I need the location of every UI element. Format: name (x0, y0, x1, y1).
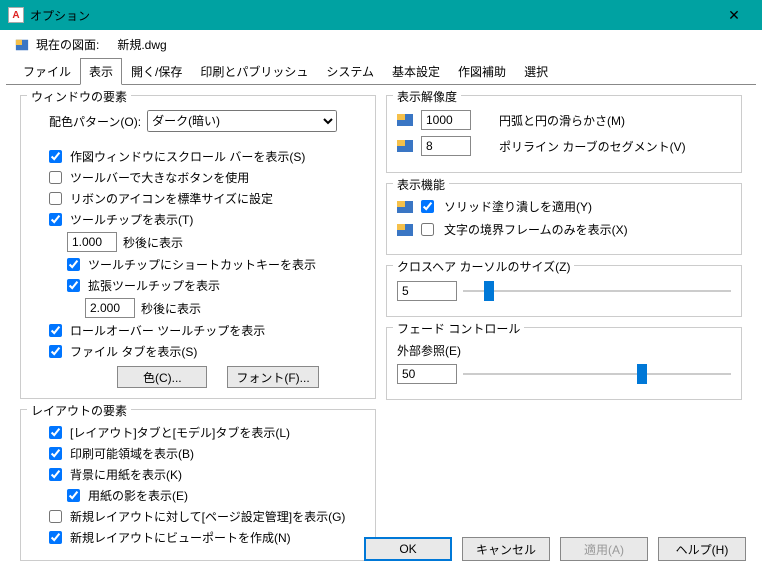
chk-layout-model[interactable] (49, 426, 62, 439)
chk-paper[interactable] (49, 468, 62, 481)
tooltip-delay-label: 秒後に表示 (123, 234, 183, 251)
help-button[interactable]: ヘルプ(H) (658, 537, 746, 561)
chk-rollover[interactable] (49, 324, 62, 337)
app-icon: A (8, 7, 24, 23)
group-title-resolution: 表示解像度 (393, 88, 461, 105)
chk-shortcut[interactable] (67, 258, 80, 271)
group-layout-elements: レイアウトの要素 [レイアウト]タブと[モデル]タブを表示(L) 印刷可能領域を… (20, 409, 376, 561)
lbl-text-frame: 文字の境界フレームのみを表示(X) (444, 221, 628, 238)
tab-system[interactable]: システム (317, 58, 383, 85)
lbl-tooltip: ツールチップを表示(T) (70, 211, 193, 228)
lbl-file-tabs: ファイル タブを表示(S) (70, 343, 197, 360)
arc-smooth-label: 円弧と円の滑らかさ(M) (499, 112, 625, 129)
color-button[interactable]: 色(C)... (117, 366, 207, 388)
dwg-icon (397, 223, 413, 237)
lbl-scrollbar: 作図ウィンドウにスクロール バーを表示(S) (70, 148, 305, 165)
lbl-paper: 背景に用紙を表示(K) (70, 466, 182, 483)
chk-ribbon-icons[interactable] (49, 192, 62, 205)
chk-scrollbar[interactable] (49, 150, 62, 163)
tab-open-save[interactable]: 開く/保存 (122, 58, 191, 85)
xref-fade-slider[interactable] (463, 363, 731, 385)
chk-file-tabs[interactable] (49, 345, 62, 358)
current-drawing-label: 現在の図面: (36, 36, 99, 53)
xref-label: 外部参照(E) (397, 342, 731, 359)
chk-viewport[interactable] (49, 531, 62, 544)
arc-smooth-input[interactable] (421, 110, 471, 130)
group-display-func: 表示機能 ソリッド塗り潰しを適用(Y) 文字の境界フレームのみを表示(X) (386, 183, 742, 255)
tab-basic[interactable]: 基本設定 (383, 58, 449, 85)
tab-bar: ファイル 表示 開く/保存 印刷とパブリッシュ システム 基本設定 作図補助 選… (0, 57, 762, 84)
chk-large-buttons[interactable] (49, 171, 62, 184)
tab-file[interactable]: ファイル (14, 58, 80, 85)
current-drawing-row: 現在の図面: 新規.dwg (0, 30, 762, 57)
chk-shadow[interactable] (67, 489, 80, 502)
tooltip-delay-input[interactable] (67, 232, 117, 252)
lbl-printable: 印刷可能領域を表示(B) (70, 445, 194, 462)
titlebar: A オプション ✕ (0, 0, 762, 30)
group-crosshair: クロスヘア カーソルのサイズ(Z) (386, 265, 742, 317)
tab-display[interactable]: 表示 (80, 58, 122, 85)
xref-fade-input[interactable] (397, 364, 457, 384)
poly-seg-label: ポリライン カーブのセグメント(V) (499, 138, 686, 155)
group-title-layout: レイアウトの要素 (27, 402, 131, 419)
color-scheme-select[interactable]: ダーク(暗い) (147, 110, 337, 132)
crosshair-size-input[interactable] (397, 281, 457, 301)
lbl-ribbon-icons: リボンのアイコンを標準サイズに設定 (70, 190, 273, 207)
ext-tooltip-delay-label: 秒後に表示 (141, 300, 201, 317)
chk-solid-fill[interactable] (421, 200, 434, 213)
chk-printable[interactable] (49, 447, 62, 460)
group-window-elements: ウィンドウの要素 配色パターン(O): ダーク(暗い) 作図ウィンドウにスクロー… (20, 95, 376, 399)
chk-tooltip[interactable] (49, 213, 62, 226)
apply-button[interactable]: 適用(A) (560, 537, 648, 561)
lbl-ext-tooltip: 拡張ツールチップを表示 (88, 277, 220, 294)
drawing-icon (14, 38, 30, 52)
group-fade: フェード コントロール 外部参照(E) (386, 327, 742, 400)
tab-selection[interactable]: 選択 (515, 58, 557, 85)
lbl-shortcut: ツールチップにショートカットキーを表示 (88, 256, 316, 273)
window-title: オプション (30, 7, 714, 24)
lbl-shadow: 用紙の影を表示(E) (88, 487, 188, 504)
ext-tooltip-delay-input[interactable] (85, 298, 135, 318)
tab-drafting[interactable]: 作図補助 (449, 58, 515, 85)
chk-text-frame[interactable] (421, 223, 434, 236)
font-button[interactable]: フォント(F)... (227, 366, 318, 388)
crosshair-slider[interactable] (463, 280, 731, 302)
dwg-icon (397, 200, 413, 214)
dwg-icon (397, 139, 413, 153)
close-icon[interactable]: ✕ (714, 7, 754, 24)
lbl-page-setup: 新規レイアウトに対して[ページ設定管理]を表示(G) (70, 508, 345, 525)
ok-button[interactable]: OK (364, 537, 452, 561)
chk-page-setup[interactable] (49, 510, 62, 523)
color-scheme-label: 配色パターン(O): (49, 113, 141, 130)
poly-seg-input[interactable] (421, 136, 471, 156)
chk-ext-tooltip[interactable] (67, 279, 80, 292)
group-title-display-func: 表示機能 (393, 176, 449, 193)
current-drawing-name: 新規.dwg (117, 36, 166, 53)
group-resolution: 表示解像度 円弧と円の滑らかさ(M) ポリライン カーブのセグメント(V) (386, 95, 742, 173)
lbl-rollover: ロールオーバー ツールチップを表示 (70, 322, 265, 339)
tab-print[interactable]: 印刷とパブリッシュ (191, 58, 317, 85)
group-title-fade: フェード コントロール (393, 320, 524, 337)
cancel-button[interactable]: キャンセル (462, 537, 550, 561)
dialog-button-bar: OK キャンセル 適用(A) ヘルプ(H) (364, 537, 746, 561)
lbl-large-buttons: ツールバーで大きなボタンを使用 (70, 169, 249, 186)
lbl-viewport: 新規レイアウトにビューポートを作成(N) (70, 529, 291, 546)
group-title-crosshair: クロスヘア カーソルのサイズ(Z) (393, 258, 574, 275)
dwg-icon (397, 113, 413, 127)
group-title-window: ウィンドウの要素 (27, 88, 131, 105)
lbl-solid-fill: ソリッド塗り潰しを適用(Y) (444, 198, 592, 215)
lbl-layout-model: [レイアウト]タブと[モデル]タブを表示(L) (70, 424, 290, 441)
